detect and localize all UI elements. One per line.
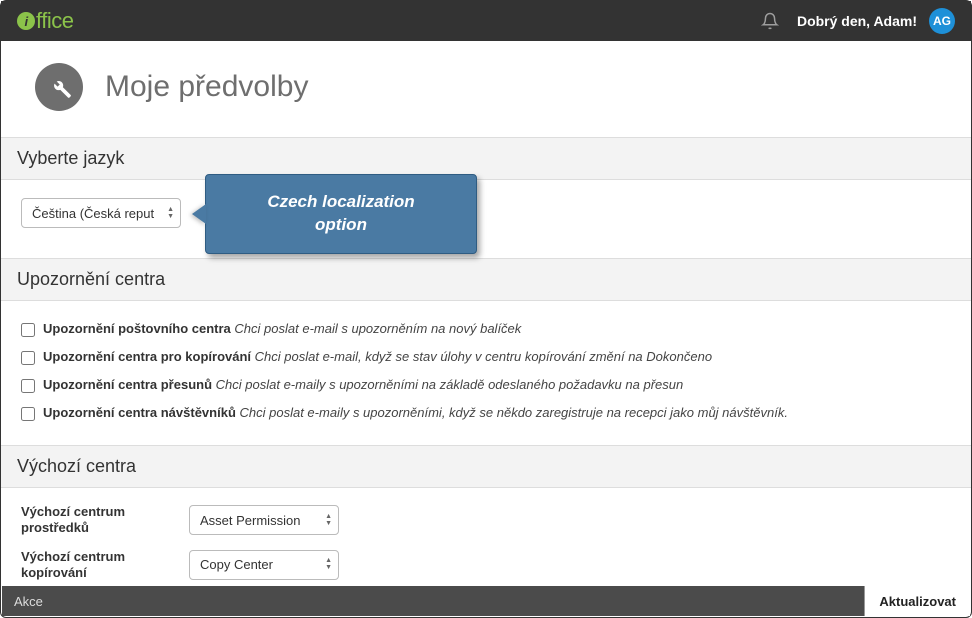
alert-desc: Chci poslat e-mail s upozorněním na nový… [234,321,521,336]
app-logo[interactable]: iffice [17,8,73,34]
update-button[interactable]: Aktualizovat [864,586,970,616]
page-title: Moje předvolby [105,70,308,104]
annotation-callout: Czech localization option [205,174,477,254]
alert-checkbox-copy[interactable] [21,351,35,365]
footer-actions-label: Akce [14,594,43,609]
language-select-value: Čeština (Česká reput [32,206,161,221]
copy-center-select[interactable]: Copy Center ▲▼ [189,550,339,580]
default-label-asset: Výchozí centrum prostředků [21,504,171,537]
alert-label: Upozornění centra návštěvníků [43,405,236,420]
chevron-updown-icon: ▲▼ [319,514,332,527]
logo-text: ffice [36,8,73,34]
callout-line1: Czech localization [267,192,414,211]
wrench-icon [35,63,83,111]
page-title-area: Moje předvolby [1,41,971,137]
default-row: Výchozí centrum prostředků Asset Permiss… [21,498,951,543]
alert-row: Upozornění centra pro kopírování Chci po… [21,343,951,371]
notifications-bell-icon[interactable] [761,12,779,30]
alert-row: Upozornění poštovního centra Chci poslat… [21,315,951,343]
asset-center-select[interactable]: Asset Permission ▲▼ [189,505,339,535]
alert-checkbox-move[interactable] [21,379,35,393]
app-header: iffice Dobrý den, Adam! AG [1,1,971,41]
logo-i-icon: i [17,12,35,30]
alert-row: Upozornění centra přesunů Chci poslat e-… [21,371,951,399]
alert-checkbox-visitor[interactable] [21,407,35,421]
alert-label: Upozornění centra pro kopírování [43,349,251,364]
avatar[interactable]: AG [929,8,955,34]
alert-desc: Chci poslat e-maily s upozorněními, když… [240,405,788,420]
alert-row: Upozornění centra návštěvníků Chci posla… [21,399,951,427]
alerts-section-header: Upozornění centra [1,258,971,301]
footer-bar: Akce Aktualizovat [2,586,970,616]
alert-desc: Chci poslat e-maily s upozorněními na zá… [216,377,684,392]
default-row: Výchozí centrum kopírování Copy Center ▲… [21,543,951,588]
chevron-updown-icon: ▲▼ [161,207,174,220]
language-section-header: Vyberte jazyk [1,137,971,180]
language-section-body: Čeština (Česká reput ▲▼ [1,180,971,258]
defaults-section-header: Výchozí centra [1,445,971,488]
defaults-section-body: Výchozí centrum prostředků Asset Permiss… [1,488,971,591]
alert-label: Upozornění poštovního centra [43,321,231,336]
alert-checkbox-mail[interactable] [21,323,35,337]
copy-center-value: Copy Center [200,557,319,572]
alerts-section-body: Upozornění poštovního centra Chci poslat… [1,301,971,445]
alert-label: Upozornění centra přesunů [43,377,212,392]
asset-center-value: Asset Permission [200,513,319,528]
language-select[interactable]: Čeština (Česká reput ▲▼ [21,198,181,228]
alert-desc: Chci poslat e-mail, když se stav úlohy v… [255,349,712,364]
default-label-copy: Výchozí centrum kopírování [21,549,171,582]
greeting-text: Dobrý den, Adam! [797,13,917,29]
chevron-updown-icon: ▲▼ [319,558,332,571]
callout-line2: option [315,215,367,234]
